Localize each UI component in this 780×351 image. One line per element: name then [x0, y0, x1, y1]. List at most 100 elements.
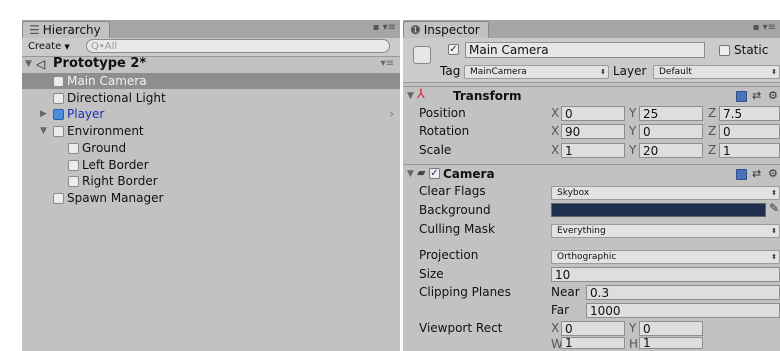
- viewport-w-field[interactable]: 1: [561, 337, 625, 349]
- gameobject-icon: [53, 76, 64, 87]
- viewport-h-field[interactable]: 1: [639, 337, 703, 349]
- background-label: Background: [419, 203, 491, 217]
- hierarchy-item-label: Main Camera: [67, 74, 147, 88]
- prefab-icon: [53, 109, 64, 120]
- layer-label: Layer: [613, 64, 647, 78]
- gameobject-icon: [53, 126, 64, 137]
- axis-h-label: H: [629, 337, 639, 351]
- rotation-z-field[interactable]: 0: [719, 124, 780, 139]
- background-color-swatch[interactable]: [551, 203, 766, 217]
- expand-arrow-icon[interactable]: ▼: [407, 169, 414, 179]
- clear-flags-dropdown[interactable]: Skybox ⬍: [551, 186, 780, 200]
- expand-arrow-icon[interactable]: ▶: [40, 106, 47, 122]
- chevron-down-icon: ▼: [64, 43, 70, 51]
- dropdown-caret-icon: ⬍: [771, 68, 777, 76]
- camera-icon: ▰: [417, 166, 426, 179]
- active-checkbox[interactable]: ✓: [448, 44, 459, 55]
- rotation-y-field[interactable]: 0: [639, 124, 703, 139]
- hierarchy-item-left-border[interactable]: Left Border: [22, 157, 400, 173]
- far-field[interactable]: 1000: [586, 303, 780, 318]
- object-name-field[interactable]: Main Camera: [465, 42, 705, 58]
- scene-options-icon[interactable]: ▾≡: [381, 56, 394, 72]
- gameobject-icon: [53, 193, 64, 204]
- help-icon[interactable]: [736, 169, 747, 180]
- hierarchy-item-environment[interactable]: ▼ Environment: [22, 123, 400, 139]
- clear-flags-value: Skybox: [557, 188, 590, 198]
- static-label: Static: [734, 43, 769, 57]
- hierarchy-tabbar: ☰ Hierarchy ▪ ▾≡: [22, 20, 400, 39]
- hierarchy-item-label: Left Border: [82, 158, 149, 172]
- scale-z-field[interactable]: 1: [719, 143, 780, 158]
- help-icon[interactable]: [736, 91, 747, 102]
- scale-label: Scale: [419, 143, 452, 157]
- scene-name: Prototype 2*: [53, 56, 147, 71]
- tab-inspector[interactable]: ❶ Inspector: [403, 21, 489, 39]
- rotation-label: Rotation: [419, 124, 470, 138]
- gameobject-icon: [53, 93, 64, 104]
- eyedropper-icon[interactable]: ✎: [769, 201, 779, 215]
- size-field[interactable]: 10: [551, 267, 780, 282]
- hierarchy-item-spawn-manager[interactable]: Spawn Manager: [22, 190, 400, 206]
- tag-value: MainCamera: [470, 67, 527, 77]
- camera-enabled-checkbox[interactable]: ✓: [429, 168, 440, 179]
- hierarchy-item-ground[interactable]: Ground: [22, 140, 400, 156]
- tab-options-icon[interactable]: ▪ ▾≡: [373, 22, 396, 33]
- scene-row[interactable]: ▼ ◁ Prototype 2* ▾≡: [22, 56, 400, 72]
- scale-y-field[interactable]: 20: [639, 143, 703, 158]
- transform-title: Transform: [453, 89, 522, 103]
- hierarchy-item-player[interactable]: ▶ Player ›: [22, 106, 400, 122]
- info-icon: ❶: [410, 23, 421, 37]
- transform-header[interactable]: ▼ ⅄ Transform ⇄ ⚙: [403, 86, 780, 105]
- inspector-panel: ❶ Inspector ▪ ▾≡ ✓ Main Camera Static Tag…: [403, 20, 780, 351]
- preset-icon[interactable]: ⇄: [752, 89, 761, 102]
- position-label: Position: [419, 106, 466, 120]
- culling-mask-value: Everything: [557, 226, 606, 236]
- projection-dropdown[interactable]: Orthographic ⬍: [551, 250, 780, 264]
- viewport-y-field[interactable]: 0: [639, 321, 703, 336]
- axis-y-label: Y: [629, 143, 637, 157]
- expand-arrow-icon[interactable]: ▼: [407, 91, 414, 101]
- hierarchy-item-label: Directional Light: [67, 91, 166, 105]
- axis-y-label: Y: [629, 106, 637, 120]
- viewport-x-field[interactable]: 0: [561, 321, 625, 336]
- viewport-rect-label: Viewport Rect: [419, 321, 503, 335]
- near-label: Near: [551, 285, 580, 299]
- create-label: Create: [28, 41, 62, 52]
- tab-hierarchy[interactable]: ☰ Hierarchy: [22, 21, 110, 39]
- inspector-tab-title: Inspector: [423, 23, 480, 37]
- camera-header[interactable]: ▼ ▰ ✓ Camera ⇄ ⚙: [403, 164, 780, 183]
- dropdown-caret-icon: ⬍: [771, 253, 777, 261]
- dropdown-caret-icon: ⬍: [771, 227, 777, 235]
- scale-x-field[interactable]: 1: [561, 143, 625, 158]
- hierarchy-item-label: Right Border: [82, 174, 158, 188]
- tab-options-icon[interactable]: ▪ ▾≡: [753, 22, 776, 33]
- position-x-field[interactable]: 0: [561, 106, 625, 121]
- static-checkbox[interactable]: [719, 45, 730, 56]
- dropdown-caret-icon: ⬍: [771, 189, 777, 197]
- unity-scene-icon: ◁: [36, 57, 46, 71]
- chevron-right-icon[interactable]: ›: [389, 106, 394, 122]
- far-label: Far: [551, 303, 570, 317]
- hierarchy-item-directional-light[interactable]: Directional Light: [22, 90, 400, 106]
- expand-arrow-icon[interactable]: ▼: [40, 123, 47, 139]
- hierarchy-tab-title: Hierarchy: [42, 23, 101, 37]
- position-y-field[interactable]: 25: [639, 106, 703, 121]
- gear-icon[interactable]: ⚙: [768, 167, 778, 180]
- culling-mask-dropdown[interactable]: Everything ⬍: [551, 224, 780, 238]
- preset-icon[interactable]: ⇄: [752, 167, 761, 180]
- hierarchy-item-right-border[interactable]: Right Border: [22, 173, 400, 189]
- clipping-planes-label: Clipping Planes: [419, 285, 511, 299]
- create-button[interactable]: Create ▼: [28, 39, 70, 55]
- near-field[interactable]: 0.3: [586, 285, 780, 300]
- gameobject-icon: [68, 160, 79, 171]
- search-input[interactable]: Q•All: [86, 39, 390, 53]
- inspector-tabbar: ❶ Inspector ▪ ▾≡: [403, 20, 780, 39]
- tag-dropdown[interactable]: MainCamera ⬍: [464, 65, 609, 79]
- hierarchy-item-main-camera[interactable]: Main Camera: [22, 73, 400, 89]
- position-z-field[interactable]: 7.5: [719, 106, 780, 121]
- axis-x-label: X: [551, 321, 560, 335]
- expand-arrow-icon[interactable]: ▼: [25, 56, 32, 72]
- rotation-x-field[interactable]: 90: [561, 124, 625, 139]
- layer-dropdown[interactable]: Default ⬍: [653, 65, 780, 79]
- gear-icon[interactable]: ⚙: [768, 89, 778, 102]
